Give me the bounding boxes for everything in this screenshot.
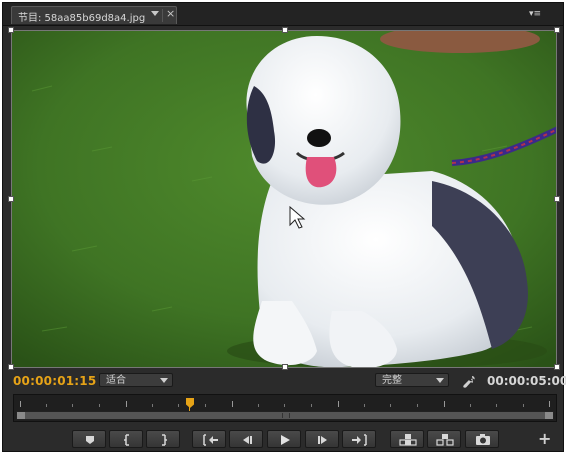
- transform-handle[interactable]: [8, 364, 14, 370]
- duration-timecode: 00:00:05:00: [487, 374, 566, 388]
- chevron-down-icon: [436, 378, 444, 383]
- current-timecode[interactable]: 00:00:01:15: [13, 374, 96, 388]
- program-monitor-panel: 节目: 58aa85b69d8a4.jpg × ▾≡ 00:00:01:15 适…: [2, 2, 566, 452]
- button-editor-add-button[interactable]: +: [538, 430, 551, 448]
- camera-icon: [476, 434, 490, 445]
- mark-in-button[interactable]: [109, 430, 143, 448]
- go-to-in-icon: [203, 434, 218, 446]
- step-forward-icon: [318, 436, 327, 444]
- marker-icon: [86, 436, 94, 444]
- chevron-down-icon: [160, 378, 168, 383]
- lift-icon: [399, 434, 417, 446]
- go-to-in-button[interactable]: [192, 430, 226, 448]
- transform-handle[interactable]: [282, 27, 288, 33]
- scrollbar-left-handle[interactable]: [17, 412, 25, 419]
- time-ruler[interactable]: [13, 394, 557, 422]
- transform-handle[interactable]: [554, 196, 560, 202]
- add-marker-button[interactable]: [72, 430, 106, 448]
- play-button[interactable]: [267, 430, 301, 448]
- ruler-ticks: [20, 400, 550, 408]
- program-monitor-tab[interactable]: 节目: 58aa85b69d8a4.jpg ×: [11, 6, 177, 24]
- export-frame-button[interactable]: [465, 430, 499, 448]
- zoom-scrollbar[interactable]: [16, 411, 554, 420]
- dog-on-grass-image: [12, 31, 556, 367]
- zoom-level-value: 适合: [106, 375, 126, 386]
- step-forward-button[interactable]: [305, 430, 339, 448]
- extract-icon: [436, 434, 454, 446]
- panel-tab-bar: 节目: 58aa85b69d8a4.jpg × ▾≡: [3, 3, 563, 26]
- transform-handle[interactable]: [8, 27, 14, 33]
- transform-handle[interactable]: [282, 364, 288, 370]
- video-preview[interactable]: [11, 30, 557, 368]
- go-to-out-button[interactable]: [342, 430, 376, 448]
- scrollbar-grip[interactable]: [282, 413, 290, 418]
- go-to-out-icon: [352, 434, 367, 446]
- tab-title: 节目: 58aa85b69d8a4.jpg: [18, 13, 146, 24]
- wrench-icon[interactable]: [462, 375, 476, 389]
- play-icon: [281, 435, 290, 445]
- mark-out-icon: [162, 434, 167, 446]
- chevron-down-icon[interactable]: [151, 11, 159, 16]
- transform-handle[interactable]: [8, 196, 14, 202]
- zoom-level-select[interactable]: 适合: [99, 373, 173, 387]
- scrollbar-right-handle[interactable]: [545, 412, 553, 419]
- playback-resolution-value: 完整: [382, 375, 402, 386]
- transform-handle[interactable]: [554, 364, 560, 370]
- step-back-icon: [243, 436, 252, 444]
- tab-divider: [162, 9, 163, 22]
- lift-button[interactable]: [390, 430, 424, 448]
- mark-in-icon: [124, 434, 129, 446]
- step-back-button[interactable]: [229, 430, 263, 448]
- panel-menu-icon[interactable]: ▾≡: [529, 8, 549, 20]
- extract-button[interactable]: [427, 430, 461, 448]
- transform-handle[interactable]: [554, 27, 560, 33]
- mark-out-button[interactable]: [146, 430, 180, 448]
- close-icon[interactable]: ×: [166, 7, 175, 20]
- playback-resolution-select[interactable]: 完整: [375, 373, 449, 387]
